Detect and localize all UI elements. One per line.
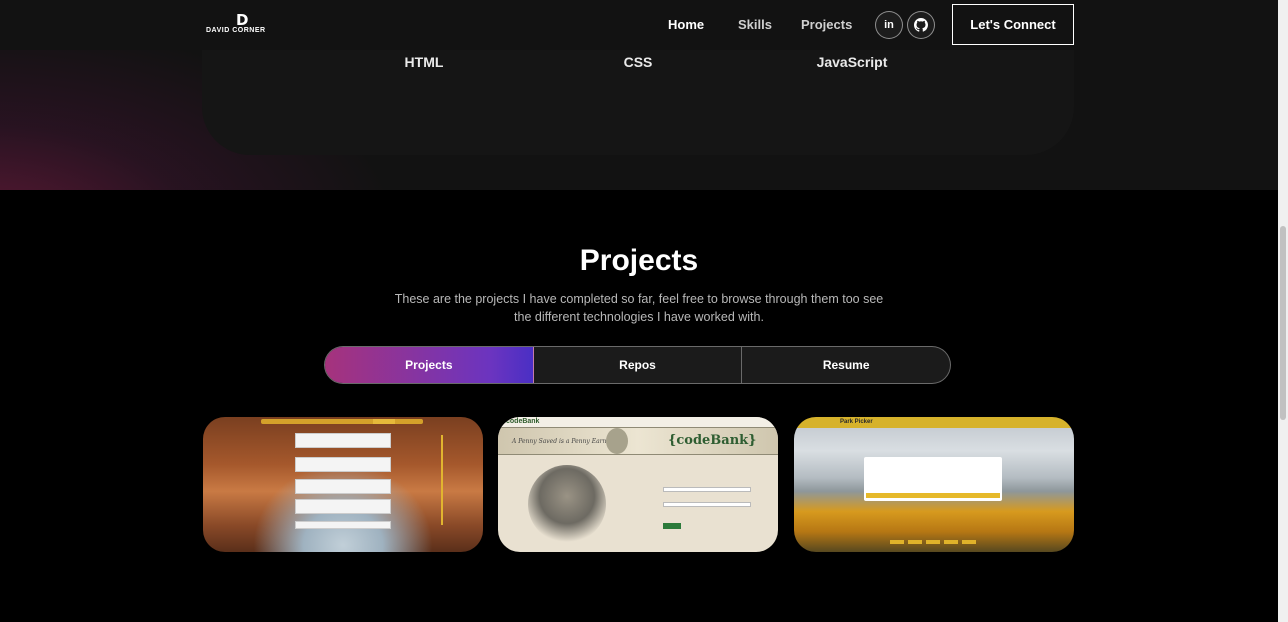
- nav-link-projects[interactable]: Projects: [801, 17, 852, 32]
- list-item: [295, 479, 391, 494]
- lets-connect-button[interactable]: Let's Connect: [952, 4, 1074, 45]
- card-site-title: Park Picker: [840, 419, 873, 425]
- card-site-header: codeBank: [498, 417, 778, 427]
- project-card-codebank[interactable]: codeBank A Penny Saved is a Penny Earned…: [498, 417, 778, 552]
- logo[interactable]: D DAVID CORNER: [206, 11, 278, 38]
- card-motto: A Penny Saved is a Penny Earned: [512, 438, 614, 445]
- projects-description: These are the projects I have completed …: [394, 292, 884, 324]
- github-icon[interactable]: [907, 11, 935, 39]
- projects-tabs: Projects Repos Resume: [324, 346, 951, 384]
- logo-name: DAVID CORNER: [206, 27, 266, 34]
- skill-label: CSS: [623, 54, 653, 70]
- skill-label: JavaScript: [816, 54, 888, 70]
- page-scrollbar-thumb[interactable]: [1280, 226, 1286, 420]
- tab-projects[interactable]: Projects: [325, 347, 534, 383]
- nav-link-skills[interactable]: Skills: [738, 17, 772, 32]
- card-header-bar: [261, 419, 423, 424]
- card-search-modal: [864, 457, 1002, 501]
- card-banner: A Penny Saved is a Penny Earned {codeBan…: [498, 427, 778, 455]
- card-modal-button: [866, 493, 1000, 498]
- github-glyph: [914, 18, 928, 32]
- card-filter-pills: [890, 540, 980, 544]
- linkedin-icon[interactable]: in: [875, 11, 903, 39]
- coin-portrait-image: [606, 428, 628, 454]
- project-card-park-picker[interactable]: Park Picker: [794, 417, 1074, 552]
- nav-link-home[interactable]: Home: [668, 17, 704, 32]
- card-logo-text: {codeBank}: [668, 433, 757, 448]
- project-card-national-parks[interactable]: [203, 417, 483, 552]
- list-item: [295, 457, 391, 472]
- tab-repos[interactable]: Repos: [534, 347, 743, 383]
- list-item: [295, 499, 391, 514]
- card-login-button: [663, 523, 681, 529]
- navbar: D DAVID CORNER Home Skills Projects in L…: [0, 0, 1278, 50]
- franklin-portrait-image: [528, 465, 606, 543]
- tab-resume[interactable]: Resume: [742, 347, 950, 383]
- card-input-field: [663, 502, 751, 507]
- card-header-button: [373, 419, 395, 424]
- list-item: [295, 521, 391, 529]
- card-input-field: [663, 487, 751, 492]
- list-item: [295, 433, 391, 448]
- projects-title: Projects: [579, 244, 699, 277]
- skill-label: HTML: [404, 54, 444, 70]
- card-scrollbar: [441, 435, 443, 525]
